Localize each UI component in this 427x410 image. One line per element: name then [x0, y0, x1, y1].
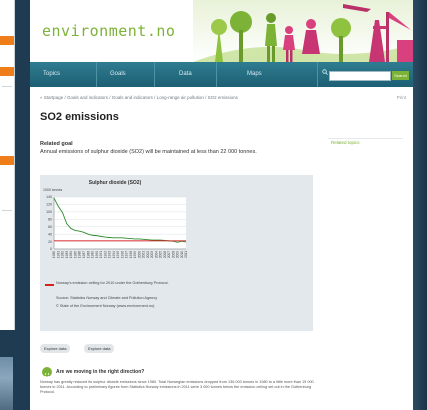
background-window-left — [0, 0, 15, 330]
explore-data-button[interactable]: Explore data — [40, 344, 71, 353]
chart-y-tick-label: 20 — [48, 240, 52, 244]
nav-item-goals[interactable]: Goals — [97, 62, 155, 87]
breadcrumb[interactable]: « Startpage / Goals and indicators / Goa… — [40, 95, 238, 100]
chart-y-tick-label: 100 — [46, 210, 52, 214]
chart-y-tick-label: 0 — [50, 247, 52, 251]
legend-swatch-ceiling — [45, 284, 54, 286]
nav-item-data[interactable]: Data — [155, 62, 217, 87]
nav-item-topics[interactable]: Topics — [30, 62, 97, 87]
chart-y-tick-label: 120 — [46, 203, 52, 207]
background-window-right — [413, 0, 427, 410]
browser-page: environment.no Topics Goals Data Maps Se… — [30, 0, 413, 410]
nav-item-maps[interactable]: Maps — [217, 62, 318, 87]
print-link[interactable]: Print — [397, 95, 406, 100]
related-goal-text: Annual emissions of sulphur dioxide (SO2… — [40, 149, 257, 155]
chart-y-tick-label: 80 — [48, 217, 52, 221]
direction-heading: Are we moving in the right direction? — [56, 369, 145, 375]
chart-panel: Sulphur dioxide (SO2) 1000 tonnes 0 20 40 6… — [40, 175, 313, 331]
sidebar-divider — [328, 138, 403, 139]
chart-source: Source: Statistics Norway and Climate an… — [56, 296, 158, 300]
chart-y-axis-label: 1000 tonnes — [43, 188, 63, 192]
background-window-accent — [0, 67, 14, 76]
chart-y-tick-label: 60 — [48, 225, 52, 229]
search-button[interactable]: Search — [392, 71, 409, 80]
header-illustration — [193, 0, 413, 62]
search-input[interactable] — [329, 71, 391, 81]
smiley-icon — [42, 367, 52, 378]
site-logo[interactable]: environment.no — [42, 22, 175, 40]
search-icon — [322, 69, 328, 75]
related-topics-heading: Related topics — [331, 140, 360, 145]
site-header: environment.no — [30, 0, 413, 62]
direction-text: Norway has greatly reduced its sulphur d… — [40, 380, 314, 394]
page-title: SO2 emissions — [40, 111, 119, 123]
main-navigation: Topics Goals Data Maps Search — [30, 62, 413, 87]
chart-x-tick-label: 2011 — [184, 251, 188, 258]
chart-title: Sulphur dioxide (SO2) — [88, 180, 142, 186]
explore-data-button-2[interactable]: Explore data — [84, 344, 115, 353]
background-window-accent — [0, 156, 14, 165]
background-window-rule — [2, 86, 12, 87]
chart-y-tick-label: 140 — [46, 195, 52, 199]
background-window-accent — [0, 36, 14, 45]
so2-line-chart: 0204060801001201401980 1981 1982 1983 1984 19… — [46, 195, 188, 258]
background-thumbnail — [0, 357, 13, 410]
chart-copyright: © State of the Environment Norway (www.e… — [56, 304, 155, 308]
legend-ceiling-label: Norway's emission ceiling for 2010 under… — [56, 281, 169, 285]
related-goal-heading: Related goal — [40, 141, 73, 147]
background-window-rule — [2, 210, 12, 211]
chart-y-tick-label: 40 — [48, 232, 52, 236]
